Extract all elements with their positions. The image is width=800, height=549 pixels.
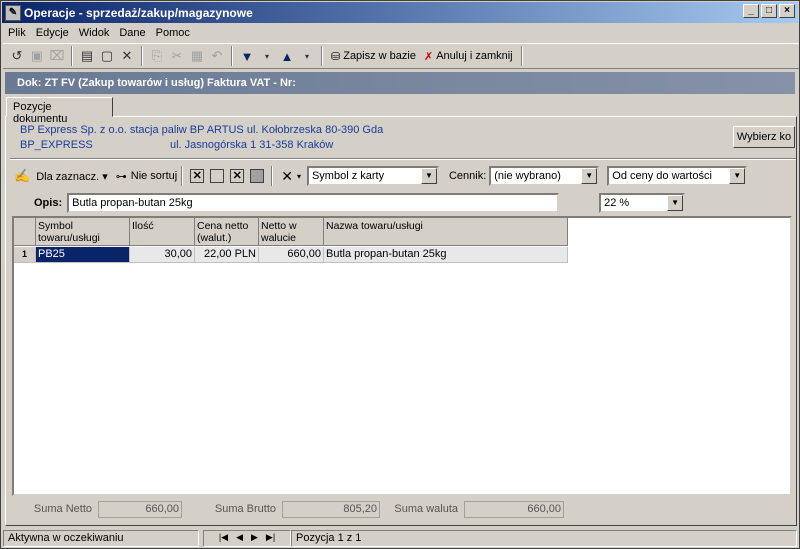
row-indicator[interactable]: 1 [14,247,36,263]
contractor-info: BP Express Sp. z o.o. stacja paliw BP AR… [20,123,383,153]
sum-waluta-value: 660,00 [464,500,564,518]
sum-netto-label: Suma Netto [33,503,92,515]
col-price[interactable]: Cena netto (walut.) [195,218,259,246]
pricelist-combo[interactable]: (nie wybrano) ▼ [489,166,600,186]
document-header: Dok: ZT FV (Zakup towarów i usług) Faktu… [5,72,795,94]
delete-doc-icon[interactable]: ⌧ [47,46,67,66]
items-grid: Symbol towaru/usługi Ilość Cena netto (w… [12,216,792,496]
undo-all-icon[interactable]: ↺ [7,46,27,66]
dropdown-icon[interactable]: ▾ [297,172,307,181]
prev-record-icon[interactable]: ◀ [236,532,243,545]
col-symbol[interactable]: Symbol towaru/usługi [36,218,130,246]
status-position: Pozycja 1 z 1 [291,530,797,547]
arrow-down-icon[interactable]: ▼ [237,46,257,66]
paste-icon[interactable]: ▦ [187,46,207,66]
chevron-down-icon: ▼ [420,168,437,184]
sum-brutto-label: Suma Brutto [214,503,276,515]
save-button[interactable]: ⛁ Zapisz w bazie [327,50,420,63]
chevron-down-icon: ▼ [667,195,684,211]
opis-row: Opis: Butla propan-butan 25kg 22 % ▼ [34,193,686,213]
nosort-button[interactable]: Nie sortuj [131,170,177,182]
copy-icon[interactable]: ⎘ [147,46,167,66]
last-record-icon[interactable]: ▶| [266,532,275,545]
undo-icon[interactable]: ↶ [207,46,227,66]
sum-brutto-value: 805,20 [282,500,380,518]
grid-corner [14,218,36,246]
contractor-code: BP_EXPRESS [20,139,93,151]
cancel-icon: ✗ [423,50,434,63]
dropdown-icon[interactable]: ▾ [257,46,277,66]
opis-label: Opis: [34,197,63,209]
minimize-button[interactable]: _ [743,4,759,18]
dropdown-icon[interactable]: ▾ [297,46,317,66]
link-icon: ⊶ [115,170,127,183]
tab-pozycje[interactable]: Pozycje dokumentu [6,97,113,125]
menu-pomoc[interactable]: Pomoc [151,27,195,39]
col-name[interactable]: Nazwa towaru/usługi [324,218,568,246]
status-bar: Aktywna w oczekiwaniu |◀ ◀ ▶ ▶| Pozycja … [3,529,799,548]
menu-dane[interactable]: Dane [114,27,150,39]
sum-waluta-label: Suma waluta [394,503,458,515]
cell-symbol[interactable]: PB25 [36,247,130,263]
choose-contractor-button[interactable]: Wybierz ko [733,126,795,148]
contractor-line1: BP Express Sp. z o.o. stacja paliw BP AR… [20,124,384,136]
chevron-down-icon: ▼ [729,168,746,184]
contractor-address: ul. Jasnogórska 1 31-358 Kraków [170,139,334,151]
select-action-icon[interactable]: ✍ [10,168,36,184]
first-record-icon[interactable]: |◀ [219,532,228,545]
delete-icon[interactable]: ✕ [117,46,137,66]
status-state: Aktywna w oczekiwaniu [3,530,199,547]
window-title: Operacje - sprzedaż/zakup/magazynowe [24,5,253,20]
app-icon: ✎ [5,4,21,21]
cancel-close-button[interactable]: ✗ Anuluj i zamknij [420,50,517,63]
cell-qty[interactable]: 30,00 [130,247,195,263]
pricelist-label: Cennik: [448,170,487,182]
col-qty[interactable]: Ilość [130,218,195,246]
new-icon[interactable]: ▢ [97,46,117,66]
next-record-icon[interactable]: ▶ [251,532,258,545]
cell-name[interactable]: Butla propan-butan 25kg [324,247,568,263]
menu-plik[interactable]: Plik [3,27,31,39]
cell-net[interactable]: 660,00 [259,247,324,263]
record-navigator: |◀ ◀ ▶ ▶| [203,530,291,547]
select-gray-checkbox[interactable] [250,169,265,183]
properties-icon[interactable]: ▤ [77,46,97,66]
deselect-all-checkbox[interactable] [210,169,225,183]
chevron-down-icon: ▼ [581,168,598,184]
main-toolbar: ↺ ▣ ⌧ ▤ ▢ ✕ ⎘ ✂ ▦ ↶ ▼ ▾ ▲ ▾ ⛁ Zapisz w b… [3,43,799,69]
arrow-up-icon[interactable]: ▲ [277,46,297,66]
opis-input[interactable]: Butla propan-butan 25kg [67,193,560,213]
cell-price[interactable]: 22,00 PLN [195,247,259,263]
menu-edycje[interactable]: Edycje [31,27,74,39]
invert-checkbox[interactable]: ✕ [230,169,245,183]
symbol-combo[interactable]: Symbol z karty ▼ [306,166,439,186]
sums-bar: Suma Netto 660,00 Suma Brutto 805,20 Sum… [12,497,792,521]
tab-panel: BP Express Sp. z o.o. stacja paliw BP AR… [5,116,797,526]
vat-combo[interactable]: 22 % ▼ [599,193,686,213]
maximize-button[interactable]: □ [761,4,777,18]
col-net[interactable]: Netto w walucie [259,218,324,246]
select-all-checkbox[interactable]: ✕ [190,169,205,183]
close-button[interactable]: × [779,4,795,18]
items-toolbar: ✍ Dla zaznacz. ▾ ⊶ Nie sortuj ✕ ✕ ✕ ▾ Sy… [10,164,796,188]
sum-netto-value: 660,00 [98,500,182,518]
calc-mode-combo[interactable]: Od ceny do wartości ▼ [607,166,748,186]
menu-bar: Plik Edycje Widok Dane Pomoc [3,24,799,41]
cut-icon[interactable]: ✂ [167,46,187,66]
save-disk-icon[interactable]: ▣ [27,46,47,66]
app-window: ✎ Operacje - sprzedaż/zakup/magazynowe _… [0,0,800,549]
title-bar: ✎ Operacje - sprzedaż/zakup/magazynowe _… [2,2,798,23]
save-icon: ⛁ [331,50,341,63]
delete-rows-icon[interactable]: ✕ [277,168,297,185]
select-action-menu[interactable]: Dla zaznacz. ▾ [36,170,108,183]
menu-widok[interactable]: Widok [74,27,115,39]
